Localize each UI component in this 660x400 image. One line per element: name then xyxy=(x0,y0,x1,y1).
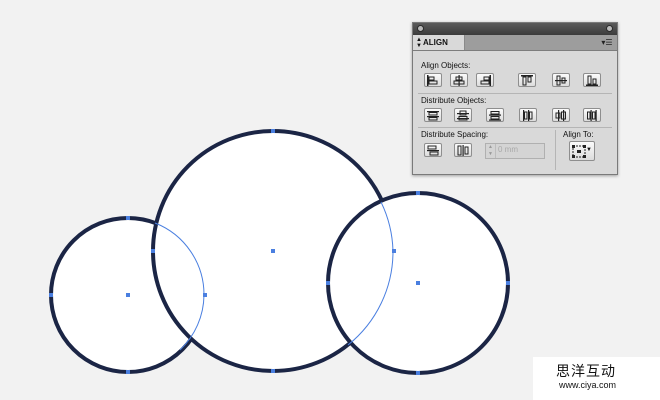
tab-expand-icon[interactable]: ▲ ▼ xyxy=(416,37,422,49)
horizontal-distribute-left-icon xyxy=(523,110,533,121)
horizontal-distribute-right-icon xyxy=(587,110,597,121)
watermark-chinese-text: 思洋互动 xyxy=(556,363,616,379)
horizontal-align-left-button[interactable] xyxy=(424,73,442,87)
watermark: 思洋互动 www.ciya.com xyxy=(533,357,660,400)
vertical-align-center-button[interactable] xyxy=(552,73,570,87)
vertical-align-center-icon xyxy=(555,75,567,86)
horizontal-align-center-button[interactable] xyxy=(450,73,468,87)
vertical-align-bottom-icon xyxy=(586,75,598,86)
vertical-distribute-space-icon xyxy=(427,145,439,156)
panel-divider xyxy=(418,127,612,128)
spacing-value: 0 mm xyxy=(498,145,518,154)
vertical-distribute-center-button[interactable] xyxy=(454,108,472,122)
panel-tab-row: ▲ ▼ ALIGN ▾☰ xyxy=(413,35,617,51)
horizontal-align-left-icon xyxy=(427,75,438,86)
collapse-icon[interactable] xyxy=(606,25,613,32)
vertical-distribute-center-icon xyxy=(457,110,469,121)
vertical-distribute-top-icon xyxy=(427,111,439,121)
tab-align-label: ALIGN xyxy=(423,38,448,47)
vertical-distribute-space-button[interactable] xyxy=(424,143,442,157)
align-objects-label: Align Objects: xyxy=(421,61,471,70)
align-to-selection-icon xyxy=(572,145,586,158)
vertical-align-bottom-button[interactable] xyxy=(583,73,601,87)
horizontal-distribute-left-button[interactable] xyxy=(519,108,537,122)
tab-align[interactable]: ▲ ▼ ALIGN xyxy=(413,35,465,50)
vertical-align-top-icon xyxy=(521,75,533,86)
panel-vertical-divider xyxy=(555,130,556,170)
horizontal-align-right-icon xyxy=(480,75,491,86)
vertical-distribute-top-button[interactable] xyxy=(424,108,442,122)
panel-titlebar[interactable] xyxy=(413,23,617,35)
horizontal-distribute-right-button[interactable] xyxy=(583,108,601,122)
align-to-label: Align To: xyxy=(563,130,594,139)
spacing-stepper-arrows-icon[interactable]: ▲ ▼ xyxy=(486,144,496,158)
vertical-align-top-button[interactable] xyxy=(518,73,536,87)
close-icon[interactable] xyxy=(417,25,424,32)
vertical-distribute-bottom-icon xyxy=(489,111,501,121)
chevron-down-icon: ▼ xyxy=(586,147,592,153)
distribute-spacing-label: Distribute Spacing: xyxy=(421,130,489,139)
align-to-dropdown[interactable]: ▼ xyxy=(569,141,595,161)
horizontal-distribute-center-icon xyxy=(555,110,566,121)
horizontal-distribute-center-button[interactable] xyxy=(552,108,570,122)
vertical-distribute-bottom-button[interactable] xyxy=(486,108,504,122)
watermark-url: www.ciya.com xyxy=(559,380,617,390)
horizontal-distribute-space-icon xyxy=(457,145,469,156)
panel-divider xyxy=(418,93,612,94)
horizontal-distribute-space-button[interactable] xyxy=(454,143,472,157)
horizontal-align-center-icon xyxy=(453,75,465,86)
distribute-objects-label: Distribute Objects: xyxy=(421,96,487,105)
panel-menu-icon[interactable]: ▾☰ xyxy=(600,37,614,48)
spacing-stepper[interactable]: ▲ ▼ 0 mm xyxy=(485,143,545,159)
horizontal-align-right-button[interactable] xyxy=(476,73,494,87)
